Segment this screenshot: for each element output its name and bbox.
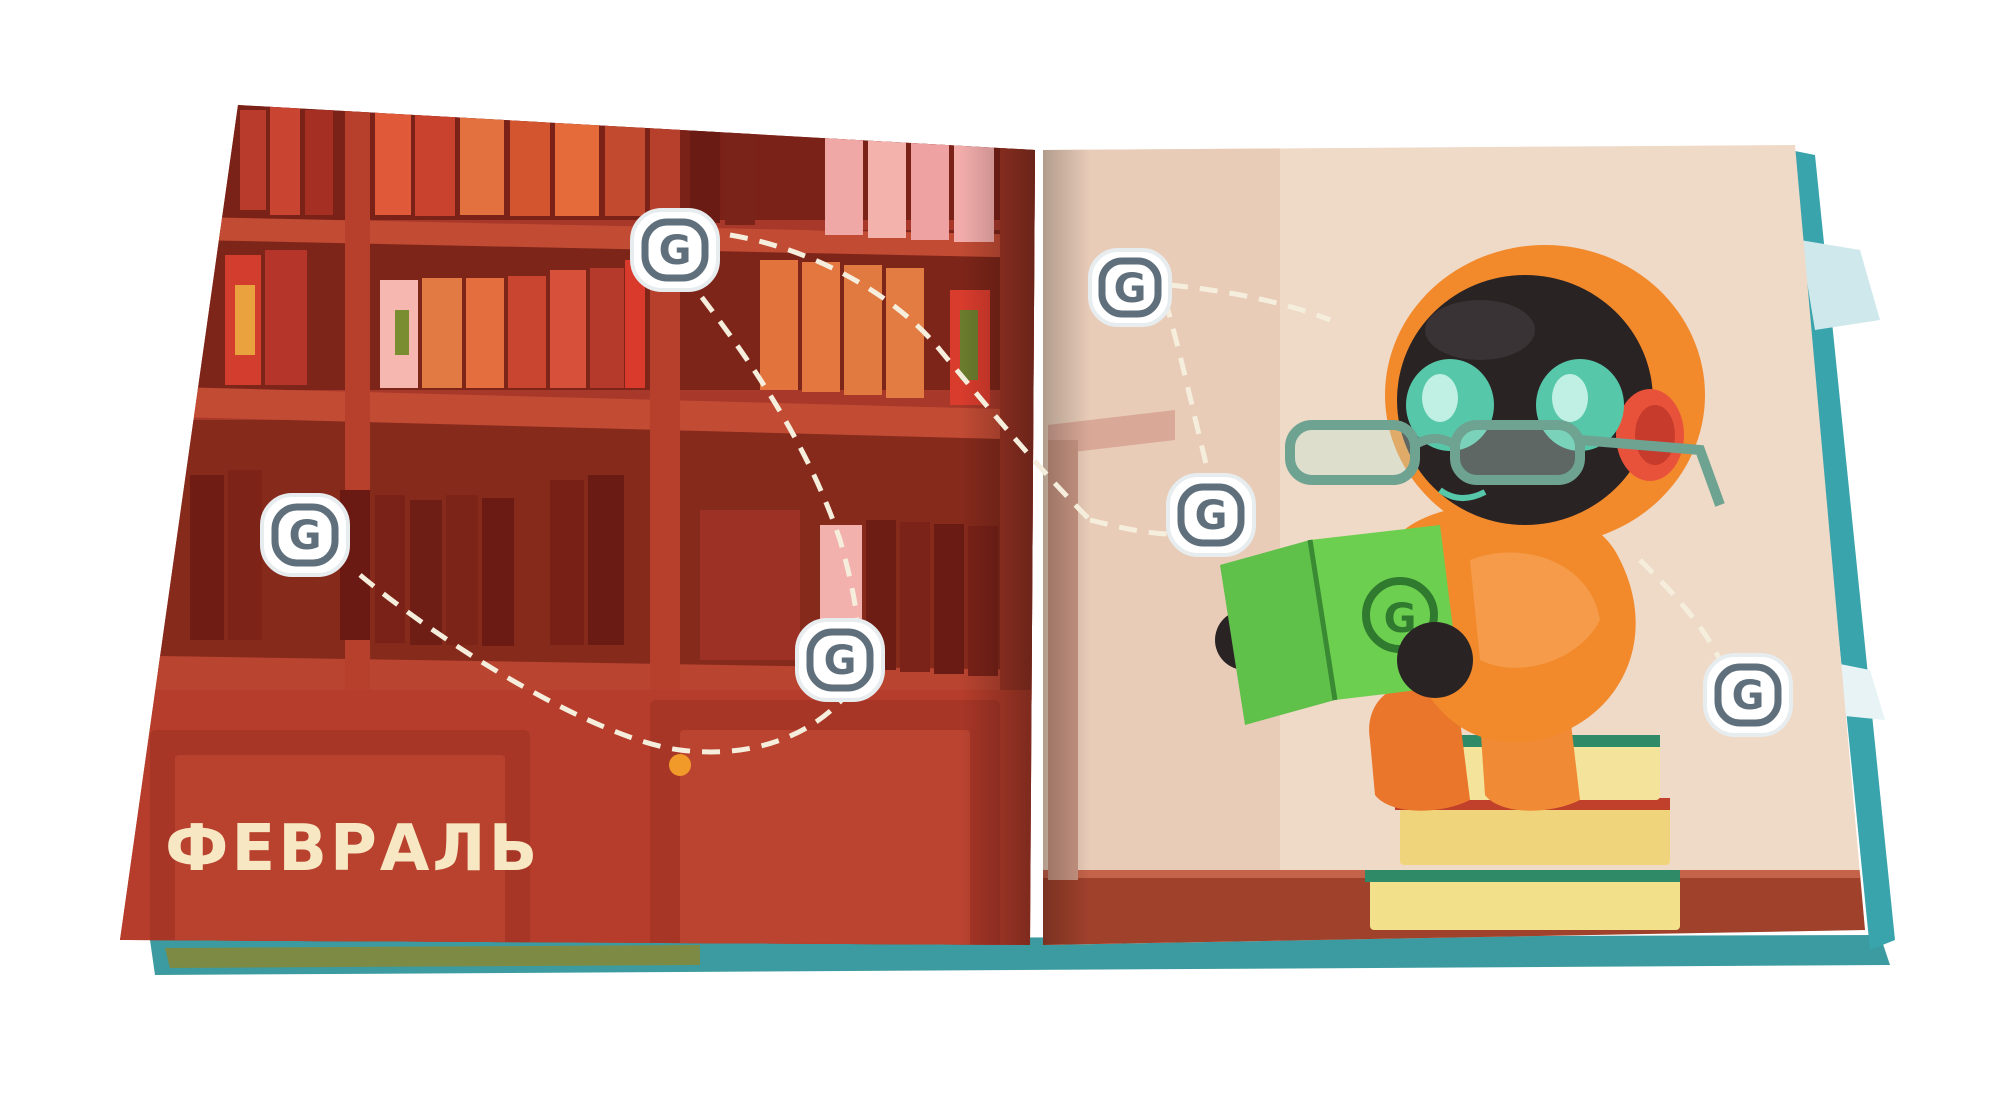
g-coin-icon: G [1166,473,1256,557]
badge-letter: G [1114,266,1147,312]
month-label: ФЕВРАЛЬ [165,812,540,886]
badge-letter: G [289,513,322,559]
g-coin-icon: G [260,493,350,577]
badge-letter: G [824,638,857,684]
g-coin-icon: G [1088,248,1172,327]
badge-letter: G [1732,673,1765,719]
badge-letter: G [659,228,692,274]
g-coin-icon: G [795,618,885,702]
badge-letter: G [1195,493,1228,539]
g-coin-icon: G [1703,653,1793,737]
open-book-illustration: G G G G G G G ФЕВРАЛЬ [120,105,1895,975]
g-coin-icon: G [630,208,720,292]
